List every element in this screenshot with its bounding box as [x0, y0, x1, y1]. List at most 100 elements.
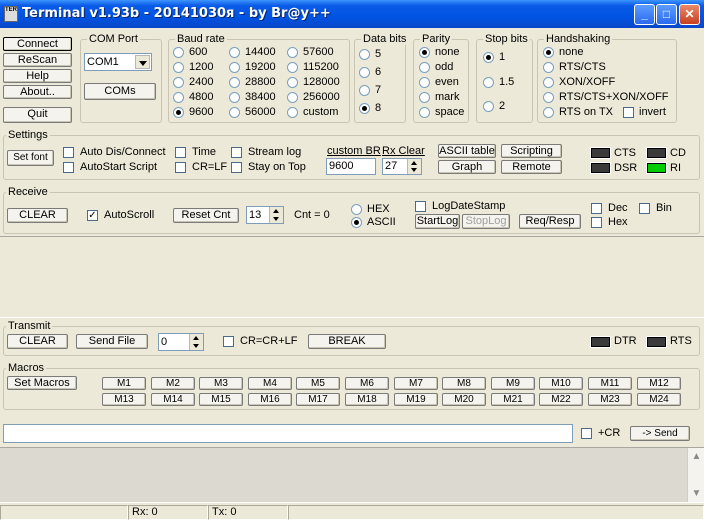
stoplog-button[interactable]: StopLog — [462, 214, 510, 229]
baud-57600-radio[interactable] — [287, 47, 298, 58]
break-button[interactable]: BREAK — [308, 334, 386, 349]
macro-button-m11[interactable]: M11 — [588, 377, 632, 390]
autostart-script-checkbox[interactable] — [63, 162, 74, 173]
macro-button-m6[interactable]: M6 — [345, 377, 389, 390]
macro-button-m8[interactable]: M8 — [442, 377, 486, 390]
macro-button-m1[interactable]: M1 — [102, 377, 146, 390]
time-checkbox[interactable] — [175, 147, 186, 158]
transmit-spinner[interactable] — [189, 334, 203, 350]
receive-terminal-area[interactable] — [0, 236, 704, 318]
macro-button-m19[interactable]: M19 — [394, 393, 438, 406]
macro-button-m3[interactable]: M3 — [199, 377, 243, 390]
baud-128000-radio[interactable] — [287, 77, 298, 88]
cr-cr-lf-checkbox[interactable] — [223, 336, 234, 347]
baud-19200-radio[interactable] — [229, 62, 240, 73]
baud-256000-radio[interactable] — [287, 92, 298, 103]
rx-clear-spinner[interactable] — [407, 159, 421, 174]
stop-bits-1-radio[interactable] — [483, 52, 494, 63]
rx-clear-input[interactable]: 27 — [382, 158, 422, 175]
quit-button[interactable]: Quit — [3, 107, 72, 123]
parity-mark-radio[interactable] — [419, 92, 430, 103]
baud-2400-radio[interactable] — [173, 77, 184, 88]
stop-bits-2-radio[interactable] — [483, 101, 494, 112]
send-button[interactable]: -> Send — [630, 426, 690, 441]
send-input[interactable] — [3, 424, 573, 443]
hex-checkbox[interactable] — [591, 217, 602, 228]
scripting-button[interactable]: Scripting — [501, 144, 562, 158]
connect-button[interactable]: Connect — [3, 37, 72, 51]
baud-115200-radio[interactable] — [287, 62, 298, 73]
baud-9600-radio[interactable] — [173, 107, 184, 118]
com-port-select[interactable]: COM1 — [84, 53, 152, 71]
macro-button-m21[interactable]: M21 — [491, 393, 535, 406]
macro-button-m22[interactable]: M22 — [539, 393, 583, 406]
data-bits-5-radio[interactable] — [359, 49, 370, 60]
set-font-button[interactable]: Set font — [7, 150, 54, 166]
coms-button[interactable]: COMs — [84, 83, 156, 100]
req-resp-button[interactable]: Req/Resp — [519, 214, 581, 229]
chevron-down-icon[interactable] — [135, 55, 150, 69]
help-button[interactable]: Help — [3, 69, 72, 83]
plus-cr-checkbox[interactable] — [581, 428, 592, 439]
baud-38400-radio[interactable] — [229, 92, 240, 103]
stop-bits-1-5-radio[interactable] — [483, 77, 494, 88]
macro-button-m24[interactable]: M24 — [637, 393, 681, 406]
handshaking-rts-cts-xon-xoff-radio[interactable] — [543, 92, 554, 103]
scroll-up-icon[interactable]: ▲ — [689, 449, 704, 464]
transmit-scrollbar[interactable]: ▲ ▼ — [687, 448, 704, 502]
handshaking-rts-cts-radio[interactable] — [543, 62, 554, 73]
maximize-button[interactable]: □ — [656, 4, 677, 25]
dec-checkbox[interactable] — [591, 203, 602, 214]
macro-button-m18[interactable]: M18 — [345, 393, 389, 406]
stream-log-checkbox[interactable] — [231, 147, 242, 158]
macro-button-m17[interactable]: M17 — [296, 393, 340, 406]
macro-button-m5[interactable]: M5 — [296, 377, 340, 390]
send-file-button[interactable]: Send File — [76, 334, 148, 349]
transmit-spinner-input[interactable]: 0 — [158, 333, 204, 351]
stay-on-top-checkbox[interactable] — [231, 162, 242, 173]
baud-4800-radio[interactable] — [173, 92, 184, 103]
receive-clear-button[interactable]: CLEAR — [7, 208, 68, 223]
close-button[interactable]: ✕ — [679, 4, 700, 25]
macro-button-m12[interactable]: M12 — [637, 377, 681, 390]
data-bits-8-radio[interactable] — [359, 103, 370, 114]
custom-br-input[interactable]: 9600 — [326, 158, 376, 175]
parity-space-radio[interactable] — [419, 107, 430, 118]
logdatestamp-checkbox[interactable] — [415, 201, 426, 212]
baud-14400-radio[interactable] — [229, 47, 240, 58]
invert-checkbox[interactable] — [623, 107, 634, 118]
scroll-down-icon[interactable]: ▼ — [689, 486, 704, 501]
parity-odd-radio[interactable] — [419, 62, 430, 73]
transmit-terminal-area[interactable] — [0, 447, 704, 503]
autoscroll-checkbox[interactable]: ✓ — [87, 210, 98, 221]
handshaking-xon-xoff-radio[interactable] — [543, 77, 554, 88]
ascii-table-button[interactable]: ASCII table — [438, 144, 496, 158]
about-button[interactable]: About.. — [3, 85, 72, 99]
auto-dis-connect-checkbox[interactable] — [63, 147, 74, 158]
minimize-button[interactable]: _ — [634, 4, 655, 25]
cr-lf-checkbox[interactable] — [175, 162, 186, 173]
set-macros-button[interactable]: Set Macros — [7, 376, 77, 390]
macro-button-m4[interactable]: M4 — [248, 377, 292, 390]
title-bar[interactable]: TERM Terminal v1.93b - 20141030я - by Br… — [0, 0, 704, 28]
baud-1200-radio[interactable] — [173, 62, 184, 73]
startlog-button[interactable]: StartLog — [415, 214, 460, 229]
handshaking-none-radio[interactable] — [543, 47, 554, 58]
reset-cnt-button[interactable]: Reset Cnt — [173, 208, 239, 223]
baud-custom-radio[interactable] — [287, 107, 298, 118]
macro-button-m14[interactable]: M14 — [151, 393, 195, 406]
bin-checkbox[interactable] — [639, 203, 650, 214]
parity-even-radio[interactable] — [419, 77, 430, 88]
transmit-clear-button[interactable]: CLEAR — [7, 334, 68, 349]
baud-56000-radio[interactable] — [229, 107, 240, 118]
data-bits-7-radio[interactable] — [359, 85, 370, 96]
hex-radio[interactable] — [351, 204, 362, 215]
cnt-spinner[interactable] — [269, 207, 283, 223]
macro-button-m15[interactable]: M15 — [199, 393, 243, 406]
parity-none-radio[interactable] — [419, 47, 430, 58]
macro-button-m20[interactable]: M20 — [442, 393, 486, 406]
macro-button-m7[interactable]: M7 — [394, 377, 438, 390]
cnt-input[interactable]: 13 — [246, 206, 284, 224]
graph-button[interactable]: Graph — [438, 160, 496, 174]
ascii-radio[interactable] — [351, 217, 362, 228]
